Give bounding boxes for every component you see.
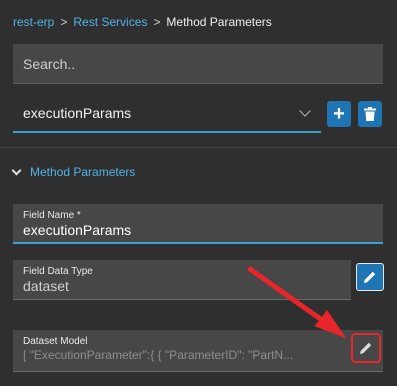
- dataset-model-input[interactable]: Dataset Model [ "ExecutionParameter":{ {…: [13, 330, 383, 372]
- plus-icon: +: [333, 103, 345, 125]
- section-toggle-method-parameters[interactable]: Method Parameters: [11, 165, 135, 179]
- breadcrumb-separator: >: [60, 15, 68, 29]
- field-name-value: executionParams: [23, 222, 132, 238]
- dataset-model-label: Dataset Model: [23, 336, 88, 347]
- field-data-type-input[interactable]: Field Data Type dataset: [13, 260, 351, 300]
- breadcrumb: rest-erp > Rest Services > Method Parame…: [13, 15, 272, 29]
- breadcrumb-link-rest-erp[interactable]: rest-erp: [13, 15, 54, 29]
- field-data-type-value: dataset: [23, 278, 69, 294]
- section-title: Method Parameters: [30, 165, 136, 179]
- section-divider: [0, 147, 397, 148]
- field-data-type-label: Field Data Type: [23, 266, 93, 277]
- pencil-icon: [360, 342, 372, 354]
- field-name-input[interactable]: Field Name * executionParams: [13, 204, 383, 244]
- edit-dataset-model-button[interactable]: [351, 333, 381, 363]
- add-button[interactable]: +: [327, 101, 351, 127]
- chevron-down-icon: [299, 105, 311, 117]
- chevron-down-icon: [11, 165, 22, 175]
- pencil-icon: [364, 271, 376, 283]
- breadcrumb-current: Method Parameters: [166, 15, 272, 29]
- parameter-select[interactable]: executionParams: [13, 95, 321, 133]
- dataset-model-value: [ "ExecutionParameter":{ { "ParameterID"…: [23, 348, 294, 362]
- field-name-label: Field Name *: [23, 210, 81, 221]
- trash-icon: [364, 107, 376, 121]
- breadcrumb-link-rest-services[interactable]: Rest Services: [73, 15, 147, 29]
- parameter-select-value: executionParams: [23, 105, 132, 121]
- edit-data-type-button[interactable]: [356, 263, 384, 291]
- search-input[interactable]: [13, 44, 383, 84]
- delete-button[interactable]: [358, 101, 382, 127]
- breadcrumb-separator: >: [153, 15, 161, 29]
